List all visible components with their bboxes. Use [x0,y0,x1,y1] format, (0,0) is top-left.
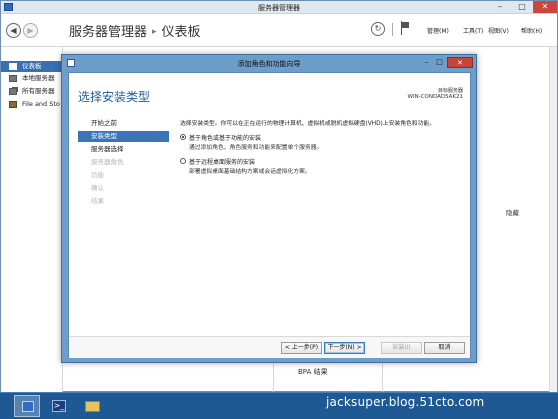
file-storage-icon [9,101,17,108]
taskbar-server-manager-button[interactable] [14,395,40,417]
menu-view[interactable]: 视图(V) [488,26,509,35]
wizard-titlebar: 添加角色和功能向导 – □ ✕ [62,55,476,72]
menu-manage[interactable]: 管理(M) [427,26,449,35]
step-installation-type[interactable]: 安装类型 [78,131,169,142]
taskbar-file-explorer-button[interactable] [80,395,106,417]
option-remote-desktop-description: 部署虚拟桌面基础结构方案或会话虚拟化方案。 [189,169,311,175]
server-manager-window-title: 服务器管理器 [258,4,300,12]
sidebar-item-label: 所有服务器 [22,87,55,95]
step-server-roles: 服务器角色 [91,158,124,166]
wizard-body: 选择安装类型 目标服务器 WIN-CONDAD5AK21 开始之前 安装类型 服… [68,72,471,358]
wizard-close-button[interactable]: ✕ [447,57,473,68]
install-button: 安装(I) [381,342,422,354]
radio-role-based[interactable] [180,134,186,140]
bpa-results-label: BPA 结果 [298,368,328,376]
header-divider [392,23,393,36]
sidebar: 仪表板 本地服务器 所有服务器 File and Sto [1,47,63,392]
sidebar-item-label: 本地服务器 [22,74,55,82]
option-role-based-label[interactable]: 基于角色或基于功能的安装 [189,133,261,142]
taskbar-powershell-button[interactable]: >_ [46,395,72,417]
step-features: 功能 [91,171,104,179]
servers-icon [9,88,17,95]
sidebar-item-local-server[interactable]: 本地服务器 [1,73,63,84]
wizard-window-title: 添加角色和功能向导 [237,60,301,68]
sidebar-item-all-servers[interactable]: 所有服务器 [1,86,63,97]
bpa-panel [273,359,383,392]
dashboard-icon [9,63,17,70]
menu-tools[interactable]: 工具(T) [463,26,483,35]
powershell-icon: >_ [52,400,66,412]
wizard-maximize-button[interactable]: □ [433,57,446,68]
breadcrumb-current: 仪表板 [161,25,201,40]
cancel-button[interactable]: 取消 [424,342,465,354]
sidebar-item-label: 仪表板 [22,62,42,70]
add-roles-wizard-dialog: 添加角色和功能向导 – □ ✕ 选择安装类型 目标服务器 WIN-CONDAD5… [61,54,477,363]
hide-link[interactable]: 隐藏 [506,207,519,217]
server-manager-header: ◀ ▶ 服务器管理器 ▸ 仪表板 ↻ 管理(M) 工具(T) 视图(V) 帮助(H) [1,14,557,47]
notifications-flag-icon[interactable] [400,21,410,35]
next-button[interactable]: 下一步(N) > [324,342,365,354]
page-title: 选择安装类型 [78,90,151,104]
watermark-text: jacksuper.blog.51cto.com [326,395,485,409]
maximize-button[interactable]: □ [511,1,533,13]
wizard-minimize-button[interactable]: – [420,57,433,68]
sidebar-item-dashboard[interactable]: 仪表板 [1,61,63,72]
server-manager-icon [22,401,34,412]
sidebar-item-file-storage[interactable]: File and Sto [1,99,63,110]
back-arrow-icon[interactable]: ◀ [6,23,21,38]
breadcrumb-separator: ▸ [152,27,157,37]
step-before-you-begin[interactable]: 开始之前 [78,118,169,129]
wizard-footer: < 上一步(P) 下一步(N) > 安装(I) 取消 [69,336,470,358]
menu-help[interactable]: 帮助(H) [521,26,542,35]
option-remote-desktop-label[interactable]: 基于远程桌面服务的安装 [189,157,255,166]
close-button[interactable]: ✕ [533,1,557,13]
breadcrumb: 服务器管理器 ▸ 仪表板 [69,21,201,40]
breadcrumb-root[interactable]: 服务器管理器 [69,25,147,40]
option-role-based-description: 通过添加角色、角色服务和功能来配置单个服务器。 [189,145,323,151]
step-results: 结果 [91,197,104,205]
vertical-scrollbar[interactable] [549,47,557,392]
destination-server-value: WIN-CONDAD5AK21 [407,94,463,100]
server-manager-titlebar: 服务器管理器 – □ ✕ [1,1,557,14]
installation-type-description: 选择安装类型。你可以在正在运行的物理计算机、虚拟机或脱机虚拟硬盘(VHD)上安装… [180,121,435,127]
server-icon [9,75,17,82]
minimize-button[interactable]: – [489,1,511,13]
forward-arrow-icon[interactable]: ▶ [23,23,38,38]
file-explorer-icon [85,401,100,412]
sidebar-item-label: File and Sto [22,100,60,108]
step-server-selection[interactable]: 服务器选择 [78,144,169,155]
previous-button[interactable]: < 上一步(P) [281,342,322,354]
destination-server-label: 目标服务器 [437,88,463,94]
radio-remote-desktop[interactable] [180,158,186,164]
step-confirmation: 确认 [91,184,104,192]
refresh-icon[interactable]: ↻ [371,22,385,36]
